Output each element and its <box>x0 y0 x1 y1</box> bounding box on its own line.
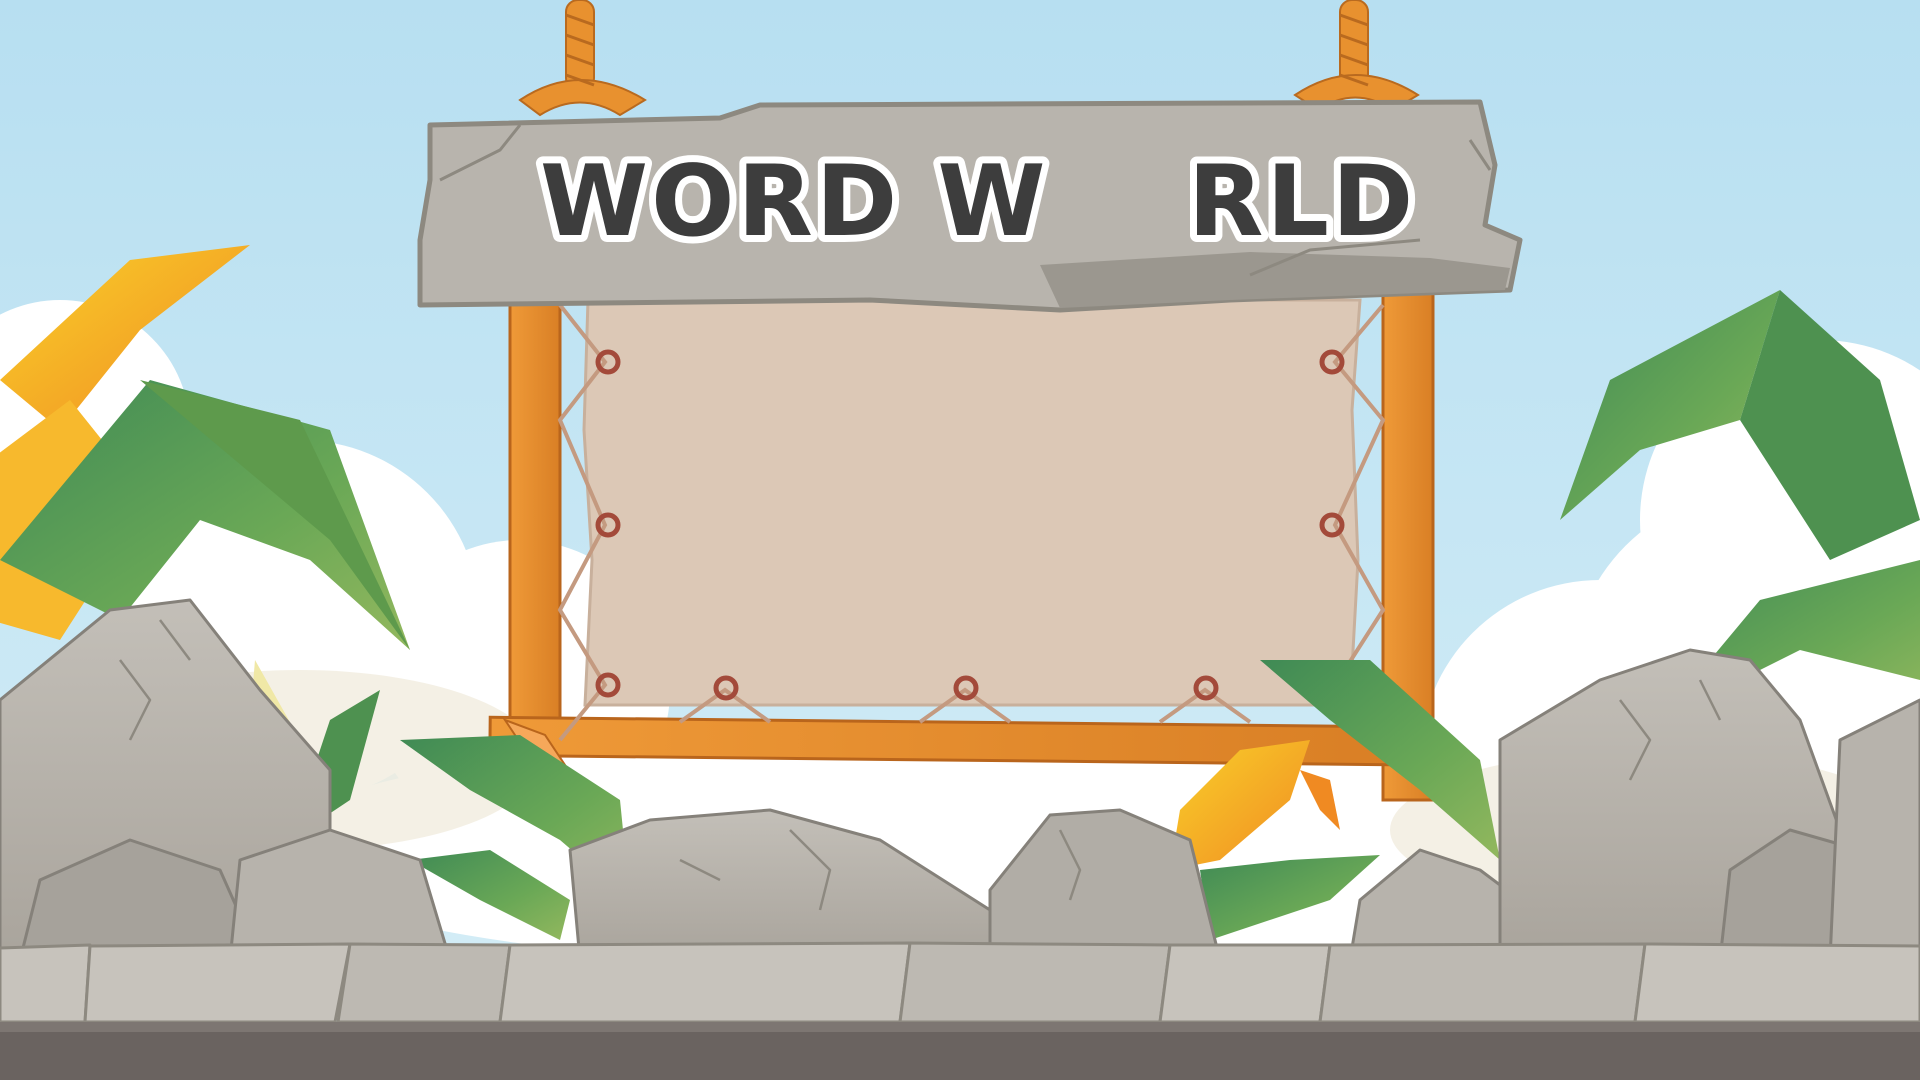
title-part-1: WORD W <box>540 145 1048 259</box>
title-part-2: RLD <box>1188 145 1416 259</box>
parchment-board <box>582 298 1362 707</box>
scene-art: WORD W WORD W RLD RLD <box>0 0 1920 1080</box>
game-scene: WORD W WORD W RLD RLD <box>0 0 1920 1080</box>
game-title: WORD W WORD W RLD RLD <box>533 138 1420 266</box>
stone-ledge <box>0 941 1920 1024</box>
